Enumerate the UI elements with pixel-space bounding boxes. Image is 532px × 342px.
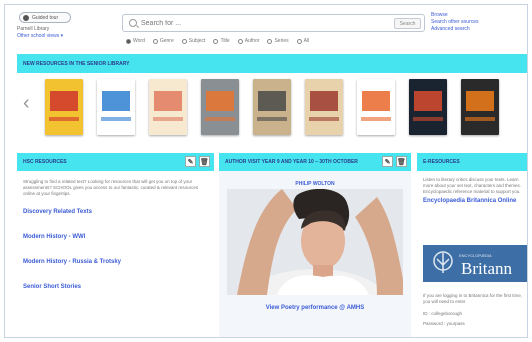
book-cover[interactable] (149, 79, 187, 135)
school-library-label: Parnell Library (17, 26, 50, 32)
performance-link[interactable]: View Poetry performance @ AMHS (219, 305, 411, 311)
filter-title[interactable]: Title (213, 38, 230, 44)
guided-tour-label: Guided tour (32, 14, 59, 21)
filter-author[interactable]: Author (237, 38, 260, 44)
britannica-link[interactable]: Encyclopaedia Britannica Online (417, 195, 527, 204)
resource-link-list: Discovery Related Texts Modern History -… (17, 209, 214, 290)
book-cover[interactable] (357, 79, 395, 135)
search-other-sources-link[interactable]: Search other sources (431, 19, 479, 26)
author-visit-panel: AUTHOR VISIT YEAR 9 AND YEAR 10 – 30TH O… (219, 153, 411, 337)
panel-header: HSC RESOURCES ✎ 🗑 (17, 153, 214, 171)
book-cover-art (50, 91, 78, 111)
book-cover[interactable] (461, 79, 499, 135)
carousel-prev-icon[interactable]: ‹ (23, 93, 30, 113)
panel-intro: Struggling to find a related text? Looki… (23, 179, 199, 196)
book-cover-band (309, 117, 339, 121)
resource-link[interactable]: Modern History - WWI (17, 234, 214, 240)
book-cover-art (310, 91, 338, 111)
book-cover-art (414, 91, 442, 111)
radio-icon (267, 38, 273, 44)
book-cover-band (465, 117, 495, 121)
search-icon (129, 19, 137, 27)
filter-label: Subject (188, 38, 206, 44)
filter-series[interactable]: Series (267, 38, 289, 44)
author-photo[interactable] (227, 189, 403, 295)
book-cover-band (205, 117, 235, 121)
filter-genre[interactable]: Genre (152, 38, 174, 44)
book-cover-art (362, 91, 390, 111)
browse-link[interactable]: Browse (431, 12, 479, 19)
book-cover[interactable] (201, 79, 239, 135)
new-resources-banner: NEW RESOURCES IN THE SENIOR LIBRARY (17, 54, 527, 73)
resource-link[interactable]: Senior Short Stories (17, 284, 214, 290)
book-cover-band (49, 117, 79, 121)
advanced-search-link[interactable]: Advanced search (431, 26, 479, 33)
hsc-resources-panel: HSC RESOURCES ✎ 🗑 Struggling to find a r… (17, 153, 214, 337)
delete-icon[interactable]: 🗑 (199, 156, 210, 167)
search-input[interactable] (141, 19, 371, 27)
book-cover-band (153, 117, 183, 121)
panel-title: HSC RESOURCES (23, 159, 67, 165)
radio-icon (152, 38, 158, 44)
user-icon (23, 14, 29, 21)
search-button[interactable]: Search (394, 18, 421, 29)
radio-icon (181, 38, 187, 44)
book-cover[interactable] (409, 79, 447, 135)
author-photo-image (227, 189, 403, 295)
browser-frame: Guided tour Parnell Library Other school… (4, 4, 528, 338)
filter-all[interactable]: All (296, 38, 310, 44)
radio-icon (213, 38, 219, 44)
filter-word[interactable]: Word (126, 38, 145, 44)
book-cover[interactable] (45, 79, 83, 135)
author-name: PHILIP WOLTON (295, 181, 335, 187)
britannica-logo[interactable]: ENCYCLOPÆDIA Britann (423, 245, 527, 282)
e-resources-panel: E-RESOURCES Listen to literary critics d… (417, 153, 527, 337)
filter-label: Genre (159, 38, 174, 44)
panel-header: AUTHOR VISIT YEAR 9 AND YEAR 10 – 30TH O… (219, 153, 411, 171)
guided-tour-button[interactable]: Guided tour (19, 12, 71, 23)
britannica-logo-text: Britann (461, 259, 512, 278)
book-cover-art (102, 91, 130, 111)
filter-label: Word (133, 38, 145, 44)
search-box: Search (122, 14, 425, 32)
panel-intro: Listen to literary critics discuss your … (423, 177, 522, 194)
book-cover-art (466, 91, 494, 111)
radio-icon (126, 38, 131, 44)
logo-subtext: ENCYCLOPÆDIA (459, 253, 492, 258)
book-cover-band (413, 117, 443, 121)
login-id: ID : collegeborough (423, 311, 463, 316)
panel-title: AUTHOR VISIT YEAR 9 AND YEAR 10 – 30TH O… (225, 159, 358, 165)
book-cover[interactable] (253, 79, 291, 135)
edit-icon[interactable]: ✎ (185, 156, 196, 167)
edit-icon[interactable]: ✎ (382, 156, 393, 167)
radio-icon (296, 38, 302, 44)
filter-label: Title (220, 38, 230, 44)
book-cover[interactable] (305, 79, 343, 135)
book-cover-band (101, 117, 131, 121)
other-school-views-link[interactable]: Other school views ▾ (17, 33, 63, 39)
resource-link[interactable]: Modern History - Russia & Trotsky (17, 259, 214, 265)
book-cover-band (257, 117, 287, 121)
book-cover-band (361, 117, 391, 121)
book-cover-art (154, 91, 182, 111)
book-cover-art (258, 91, 286, 111)
radio-icon (237, 38, 243, 44)
login-password: Password : yourpass (423, 321, 465, 326)
filter-label: All (303, 38, 310, 44)
panel-header: E-RESOURCES (417, 153, 527, 171)
search-filters: Word Genre Subject Title Author Series A… (126, 38, 309, 44)
book-cover[interactable] (97, 79, 135, 135)
header-links: Browse Search other sources Advanced sea… (431, 12, 479, 33)
filter-label: Author (244, 38, 260, 44)
delete-icon[interactable]: 🗑 (396, 156, 407, 167)
filter-subject[interactable]: Subject (181, 38, 206, 44)
resource-link[interactable]: Discovery Related Texts (17, 209, 214, 215)
book-cover-art (206, 91, 234, 111)
first-login-note: If you are logging in to Britannica for … (423, 293, 523, 304)
filter-label: Series (274, 38, 289, 44)
